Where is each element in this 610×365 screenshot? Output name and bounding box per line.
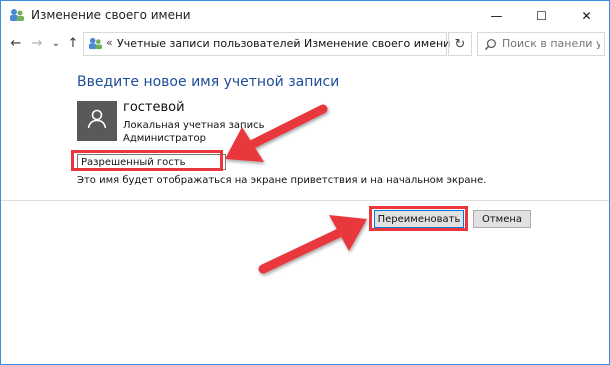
arrow-to-name-input [225, 104, 328, 162]
search-box[interactable] [477, 32, 605, 56]
up-arrow-icon: ↑ [67, 35, 79, 51]
forward-arrow-icon: → [31, 35, 43, 51]
breadcrumb-user-accounts[interactable]: Учетные записи пользователей [117, 37, 301, 50]
back-arrow-icon: ← [10, 35, 22, 51]
user-name: гостевой [123, 100, 185, 115]
avatar [77, 101, 117, 141]
refresh-icon: ↻ [454, 36, 466, 52]
arrow-to-rename-button [258, 215, 367, 274]
account-role: Администратор [123, 133, 206, 144]
page-title: Введите новое имя учетной записи [77, 74, 340, 90]
refresh-button[interactable]: ↻ [448, 32, 472, 56]
navigation-bar: ← → ⌄ ↑ « Учетные записи пользователей ›… [1, 30, 609, 58]
window: Изменение своего имени — ☐ ✕ ← → ⌄ ↑ « У… [0, 0, 610, 365]
up-button[interactable]: ↑ [64, 33, 82, 53]
cancel-button[interactable]: Отмена [473, 210, 531, 228]
address-bar[interactable]: « Учетные записи пользователей › Изменен… [83, 32, 450, 56]
highlight-rename-button [369, 206, 468, 231]
window-title: Изменение своего имени [31, 8, 191, 22]
name-hint-text: Это имя будет отображаться на экране при… [77, 175, 487, 186]
minimize-icon: — [490, 8, 503, 23]
divider [1, 200, 609, 201]
user-icon [85, 107, 109, 135]
forward-button[interactable]: → [28, 33, 46, 53]
search-icon [484, 36, 497, 55]
close-button[interactable]: ✕ [564, 1, 609, 30]
title-bar: Изменение своего имени — ☐ ✕ [1, 1, 609, 30]
chevron-down-icon: ⌄ [51, 37, 61, 49]
minimize-button[interactable]: — [474, 1, 519, 30]
maximize-button[interactable]: ☐ [519, 1, 564, 30]
close-icon: ✕ [581, 8, 592, 23]
control-panel-users-icon [9, 7, 25, 23]
search-input[interactable] [502, 35, 600, 51]
address-overflow-icon[interactable]: « [106, 36, 113, 49]
account-type: Локальная учетная запись [123, 120, 265, 131]
back-button[interactable]: ← [7, 33, 25, 53]
control-panel-users-icon [88, 36, 103, 55]
highlight-name-input [71, 150, 223, 171]
breadcrumb-separator-icon[interactable]: › [293, 36, 297, 49]
maximize-icon: ☐ [536, 8, 547, 23]
address-dropdown-icon[interactable]: ⌄ [428, 37, 436, 48]
recent-locations-button[interactable]: ⌄ [47, 33, 65, 53]
